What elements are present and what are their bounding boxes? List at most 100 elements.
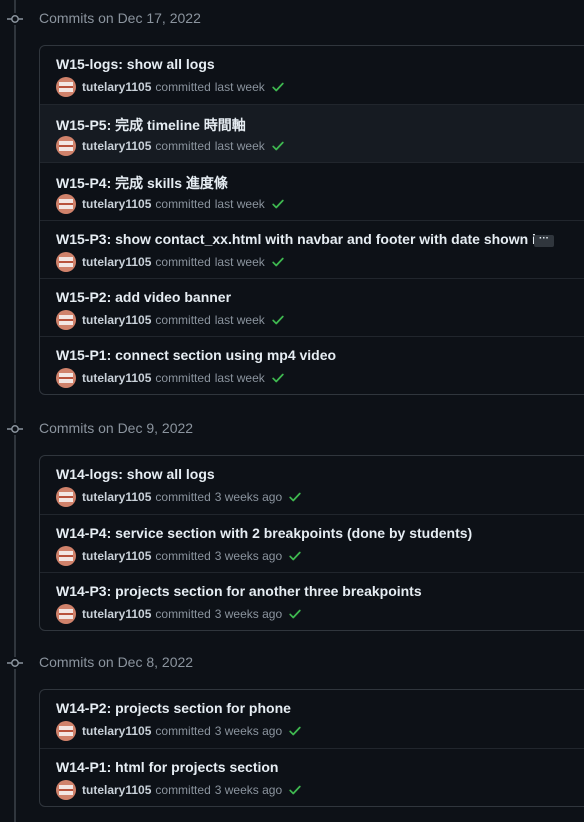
commit-row[interactable]: W14-P4: service section with 2 breakpoin… [40,514,584,572]
commit-row[interactable]: W14-P3: projects section for another thr… [40,572,584,630]
timeline-line [14,0,16,822]
commit-message-link[interactable]: W14-P3: projects section for another thr… [56,583,422,599]
expand-description-button[interactable]: ··· [534,234,554,247]
commit-time: 3 weeks ago [214,783,283,797]
commit-message-link[interactable]: W14-logs: show all logs [56,466,215,482]
check-icon[interactable] [271,255,285,269]
commit-time: 3 weeks ago [214,607,283,621]
commit-time: last week [214,197,265,211]
author-link[interactable]: tutelary1105 [82,371,151,385]
commit-row[interactable]: W15-P5: 完成 timeline 時間軸 tutelary1105 com… [40,104,584,162]
commit-meta: tutelary1105 committed last week [56,194,285,214]
avatar[interactable] [56,604,76,624]
avatar[interactable] [56,368,76,388]
commit-message-link[interactable]: W15-P3: show contact_xx.html with navbar… [56,231,548,247]
commit-message-link[interactable]: W14-P1: html for projects section [56,759,278,775]
commit-row[interactable]: W15-P4: 完成 skills 進度條 tutelary1105 commi… [40,162,584,220]
commit-row[interactable]: W15-P1: connect section using mp4 video … [40,336,584,394]
commit-action: committed [155,197,211,211]
check-icon[interactable] [271,139,285,153]
commit-meta: tutelary1105 committed last week [56,310,285,330]
commit-action: committed [155,313,211,327]
commit-meta: tutelary1105 committed 3 weeks ago [56,487,302,507]
check-icon[interactable] [288,724,302,738]
commit-message-link[interactable]: W15-logs: show all logs [56,56,215,72]
commit-list: W14-logs: show all logs tutelary1105 com… [39,455,584,631]
commit-message-link[interactable]: W15-P1: connect section using mp4 video [56,347,336,363]
commit-message-link[interactable]: W15-P5: 完成 timeline 時間軸 [56,115,246,135]
commit-meta: tutelary1105 committed last week [56,77,285,97]
commit-time: 3 weeks ago [214,724,283,738]
author-link[interactable]: tutelary1105 [82,607,151,621]
commit-time: last week [214,371,265,385]
commit-list: W14-P2: projects section for phone tutel… [39,689,584,807]
author-link[interactable]: tutelary1105 [82,549,151,563]
commit-time: last week [214,313,265,327]
avatar[interactable] [56,194,76,214]
commit-group: Commits on Dec 8, 2022 W14-P2: projects … [0,651,584,807]
check-icon[interactable] [271,371,285,385]
commit-action: committed [155,371,211,385]
group-date-title: Commits on Dec 9, 2022 [39,420,194,436]
commit-group-header: Commits on Dec 17, 2022 [0,7,584,31]
commit-time: 3 weeks ago [214,549,283,563]
commit-meta: tutelary1105 committed 3 weeks ago [56,721,302,741]
commit-row[interactable]: W15-logs: show all logs tutelary1105 com… [40,46,584,104]
commit-group-header: Commits on Dec 8, 2022 [0,651,584,675]
commit-group-header: Commits on Dec 9, 2022 [0,417,584,441]
avatar[interactable] [56,780,76,800]
commit-timeline: Commits on Dec 17, 2022 W15-logs: show a… [0,0,584,822]
commit-message-link[interactable]: W14-P4: service section with 2 breakpoin… [56,525,472,541]
commit-meta: tutelary1105 committed last week [56,136,285,156]
commit-row[interactable]: W14-P1: html for projects section tutela… [40,748,584,806]
check-icon[interactable] [288,549,302,563]
check-icon[interactable] [271,313,285,327]
commit-action: committed [155,783,211,797]
author-link[interactable]: tutelary1105 [82,724,151,738]
check-icon[interactable] [288,607,302,621]
commit-time: last week [214,80,265,94]
commit-action: committed [155,80,211,94]
commit-time: 3 weeks ago [214,490,283,504]
author-link[interactable]: tutelary1105 [82,490,151,504]
commit-message-link[interactable]: W14-P2: projects section for phone [56,700,291,716]
commit-action: committed [155,490,211,504]
commit-list: W15-logs: show all logs tutelary1105 com… [39,45,584,395]
commit-row[interactable]: W15-P3: show contact_xx.html with navbar… [40,220,584,278]
author-link[interactable]: tutelary1105 [82,313,151,327]
check-icon[interactable] [271,80,285,94]
commit-time: last week [214,255,265,269]
avatar[interactable] [56,546,76,566]
commit-message-link[interactable]: W15-P4: 完成 skills 進度條 [56,173,228,193]
commit-meta: tutelary1105 committed last week [56,368,285,388]
commit-group: Commits on Dec 9, 2022 W14-logs: show al… [0,417,584,631]
avatar[interactable] [56,252,76,272]
commit-group: Commits on Dec 17, 2022 W15-logs: show a… [0,7,584,395]
avatar[interactable] [56,77,76,97]
git-commit-icon [7,423,23,435]
author-link[interactable]: tutelary1105 [82,139,151,153]
commit-message-link[interactable]: W15-P2: add video banner [56,289,231,305]
check-icon[interactable] [288,490,302,504]
check-icon[interactable] [271,197,285,211]
commit-row[interactable]: W14-P2: projects section for phone tutel… [40,690,584,748]
author-link[interactable]: tutelary1105 [82,255,151,269]
commit-meta: tutelary1105 committed 3 weeks ago [56,546,302,566]
commit-action: committed [155,139,211,153]
group-date-title: Commits on Dec 17, 2022 [39,10,201,26]
avatar[interactable] [56,487,76,507]
commit-row[interactable]: W15-P2: add video banner tutelary1105 co… [40,278,584,336]
commit-action: committed [155,724,211,738]
author-link[interactable]: tutelary1105 [82,80,151,94]
author-link[interactable]: tutelary1105 [82,783,151,797]
commit-row[interactable]: W14-logs: show all logs tutelary1105 com… [40,456,584,514]
avatar[interactable] [56,721,76,741]
avatar[interactable] [56,310,76,330]
commit-time: last week [214,139,265,153]
group-date-title: Commits on Dec 8, 2022 [39,654,194,670]
git-commit-icon [7,13,23,25]
author-link[interactable]: tutelary1105 [82,197,151,211]
avatar[interactable] [56,136,76,156]
check-icon[interactable] [288,783,302,797]
commit-action: committed [155,255,211,269]
